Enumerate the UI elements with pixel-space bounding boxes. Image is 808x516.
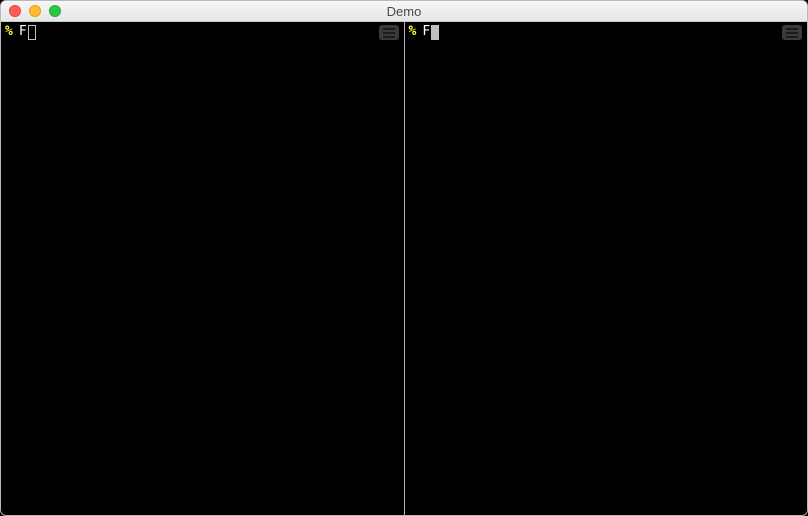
command-input[interactable]: F <box>422 24 430 40</box>
cursor-inactive <box>28 25 36 40</box>
terminal-pane-left[interactable]: % F <box>1 22 404 515</box>
close-button[interactable] <box>9 5 21 17</box>
prompt-symbol: % <box>5 24 13 40</box>
zoom-button[interactable] <box>49 5 61 17</box>
pane-menu-button[interactable] <box>782 25 802 40</box>
window-title: Demo <box>1 4 807 19</box>
traffic-lights <box>9 5 61 17</box>
terminal-content: % F % F <box>1 22 807 515</box>
terminal-window: Demo % F % F <box>0 0 808 516</box>
command-input[interactable]: F <box>19 24 27 40</box>
pane-menu-button[interactable] <box>379 25 399 40</box>
prompt-symbol: % <box>409 24 417 40</box>
terminal-pane-right[interactable]: % F <box>405 22 808 515</box>
hamburger-icon <box>382 27 396 38</box>
window-titlebar[interactable]: Demo <box>1 1 807 22</box>
hamburger-icon <box>785 27 799 38</box>
prompt-line: % F <box>409 24 804 40</box>
prompt-line: % F <box>5 24 400 40</box>
cursor-active <box>431 25 439 40</box>
minimize-button[interactable] <box>29 5 41 17</box>
